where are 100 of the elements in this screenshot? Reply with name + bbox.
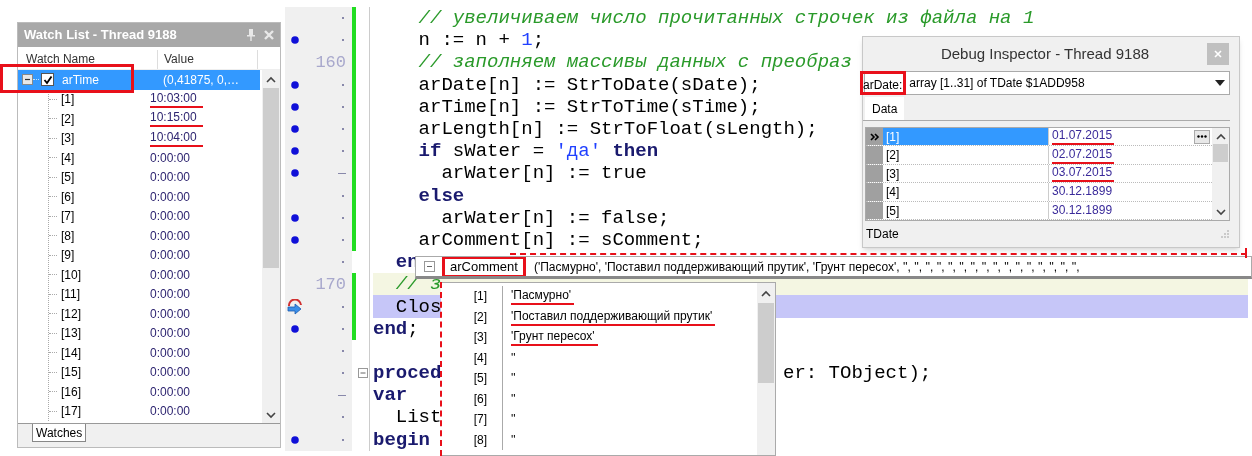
grid-value: 30.12.1899 (1052, 184, 1113, 200)
scroll-down-icon[interactable] (265, 410, 277, 420)
watch-row[interactable]: [10] 0:00:00 (49, 265, 260, 285)
scroll-up-icon[interactable] (1214, 132, 1227, 142)
scrollbar-thumb[interactable] (758, 303, 774, 383)
watch-row[interactable]: [14] 0:00:00 (49, 343, 260, 363)
watch-row[interactable]: [4] 0:00:00 (49, 148, 260, 168)
element-value: '' (511, 431, 516, 448)
watch-row[interactable]: [3] 10:04:00 (49, 128, 260, 148)
watch-name: [13] (61, 325, 82, 343)
element-value: '' (511, 370, 516, 387)
expression-name: arDate: (860, 71, 907, 95)
watch-value: 0:00:00 (150, 286, 191, 304)
code-token: arTime[n] := StrToTime(sTime); (417, 95, 761, 118)
code-token: ; (407, 317, 419, 340)
scrollbar[interactable] (757, 283, 775, 455)
element-value: '' (511, 349, 516, 366)
breakpoint-dot-icon[interactable] (291, 435, 299, 444)
status-text: TDate (866, 226, 900, 243)
watch-name: [4] (61, 149, 76, 167)
scrollbar-thumb[interactable] (1213, 144, 1228, 162)
breakpoint-dot-icon[interactable] (291, 169, 299, 178)
watch-value: 10:04:00 (150, 129, 203, 147)
double-chevron-icon (869, 132, 880, 141)
column-header[interactable]: Value (158, 50, 258, 69)
watch-row[interactable]: [6] 0:00:00 (49, 187, 260, 207)
watch-value: 0:00:00 (150, 383, 191, 401)
window-title: Debug Inspector - Thread 9188 (939, 43, 1151, 64)
scroll-up-icon[interactable] (265, 75, 277, 85)
collapse-icon[interactable] (424, 261, 435, 272)
grid-cell[interactable]: [2] (883, 146, 1049, 164)
dropdown-arrow-icon[interactable] (1215, 80, 1225, 86)
line-number: 170 (315, 273, 346, 296)
resize-grip-icon[interactable] (1221, 230, 1229, 238)
scroll-down-icon[interactable] (1214, 207, 1227, 217)
ellipsis-icon (1197, 135, 1207, 139)
checkbox[interactable] (41, 73, 54, 87)
watch-name: [11] (61, 286, 82, 304)
grid-cell[interactable]: [4] (883, 183, 1049, 201)
grid-value: 01.07.2015 (1052, 128, 1115, 146)
column-header[interactable]: Watch Name (18, 50, 158, 69)
watch-row[interactable]: [12] 0:00:00 (49, 304, 260, 324)
breakpoint-dot-icon[interactable] (291, 213, 299, 222)
watch-row[interactable]: [17] 0:00:00 (49, 401, 260, 421)
watch-value: 0:00:00 (150, 169, 191, 187)
element-index: [3] (472, 329, 487, 347)
breakpoint-dot-icon[interactable] (291, 125, 299, 134)
scrollbar[interactable] (1212, 128, 1229, 220)
code-token: begin (373, 428, 430, 451)
expression-type: array [1..31] of TDate $1ADD958 (909, 75, 1086, 92)
watch-name: [2] (61, 110, 76, 128)
watch-row[interactable]: [5] 0:00:00 (49, 167, 260, 187)
scrollbar[interactable] (262, 70, 280, 423)
breakpoint-dot-icon[interactable] (291, 147, 299, 156)
watch-row[interactable]: [16] 0:00:00 (49, 382, 260, 402)
watch-row[interactable]: [13] 0:00:00 (49, 323, 260, 343)
watch-row[interactable]: [15] 0:00:00 (49, 362, 260, 382)
grid-cell[interactable]: [5] (883, 201, 1049, 219)
watch-row[interactable]: [9] 0:00:00 (49, 245, 260, 265)
code-token: 'да' (555, 140, 602, 163)
watch-name: [6] (61, 188, 76, 206)
watch-row[interactable]: [2] 10:15:00 (49, 109, 260, 129)
breakpoint-dot-icon[interactable] (291, 102, 299, 111)
code-token: // увеличиваем число прочитанных строчек из файла на 1 (417, 7, 1035, 30)
element-value: '' (511, 390, 516, 407)
watch-value: 0:00:00 (150, 188, 191, 206)
grid-cell[interactable]: [3] (883, 164, 1049, 183)
breakpoint-dot-icon[interactable] (291, 324, 299, 333)
watch-value: 0:00:00 (150, 344, 191, 362)
scrollbar-thumb[interactable] (263, 88, 279, 268)
watch-row[interactable]: [1] 10:03:00 (49, 89, 260, 109)
code-token: Clos (394, 295, 442, 318)
breakpoint-dot-icon[interactable] (291, 235, 299, 244)
execution-arrow-icon[interactable] (286, 298, 304, 315)
code-token: // заполняем массивы данных с преобраз (417, 51, 852, 74)
ellipsis-button[interactable] (1194, 129, 1210, 144)
watch-name: [7] (61, 208, 76, 226)
watch-value: 0:00:00 (150, 364, 191, 382)
watch-row[interactable]: [11] 0:00:00 (49, 284, 260, 304)
tooltip-value: ('Пасмурно', 'Поставил поддерживающий прутик', 'Грунт пересох', '', '', '', '', '', '', '', '', '', '', '', '', '', '', '', '', (533, 258, 1080, 276)
watch-value: 0:00:00 (150, 305, 191, 323)
watch-name: [3] (61, 130, 76, 148)
watch-name: [1] (61, 91, 76, 109)
scroll-up-icon[interactable] (760, 289, 772, 299)
watch-name: [14] (61, 344, 82, 362)
code-token: arDate[n] := StrToDate(sDate); (417, 73, 761, 96)
breakpoint-dot-icon[interactable] (291, 80, 299, 89)
watch-value: 0:00:00 (150, 149, 191, 167)
code-token: then (611, 140, 659, 163)
collapse-icon[interactable] (22, 74, 33, 86)
code-token: arWater[n] := true (440, 162, 647, 185)
element-value: 'Пасмурно' (511, 287, 575, 306)
tab[interactable]: Data (865, 97, 905, 120)
breakpoint-dot-icon[interactable] (291, 36, 299, 45)
row-indicator[interactable] (866, 128, 883, 146)
tab[interactable]: Watches (32, 424, 87, 442)
code-token: n := n + (417, 29, 511, 52)
watch-row[interactable]: [7] 0:00:00 (49, 206, 260, 226)
watch-row[interactable]: [8] 0:00:00 (49, 226, 260, 246)
code-token: sWater = (451, 140, 546, 163)
